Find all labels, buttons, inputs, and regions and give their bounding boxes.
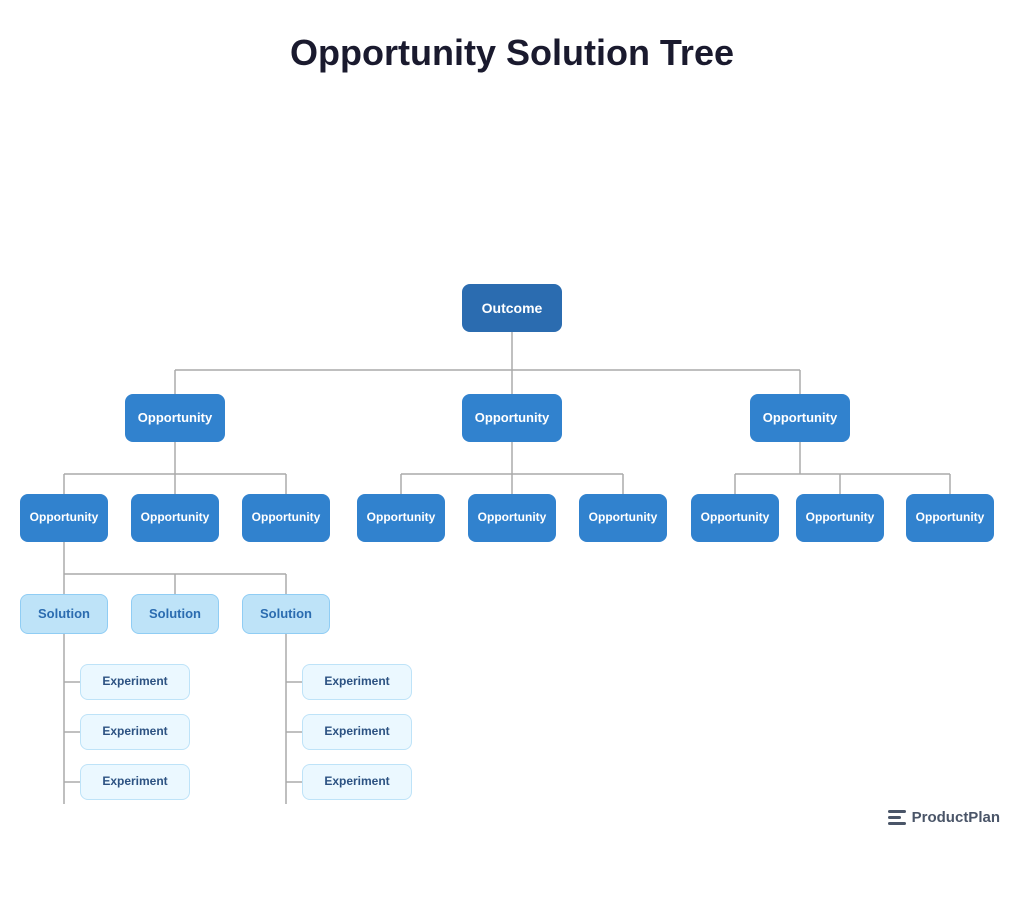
opportunity-l2-9-node: Opportunity <box>906 494 994 542</box>
opportunity-l2-4-node: Opportunity <box>357 494 445 542</box>
opportunity-l2-6-node: Opportunity <box>579 494 667 542</box>
opportunity-l1-2-node: Opportunity <box>462 394 562 442</box>
opportunity-l1-3-node: Opportunity <box>750 394 850 442</box>
solution-2-node: Solution <box>131 594 219 634</box>
opportunity-l2-5-node: Opportunity <box>468 494 556 542</box>
opportunity-l2-7-node: Opportunity <box>691 494 779 542</box>
opportunity-l2-8-node: Opportunity <box>796 494 884 542</box>
outcome-node: Outcome <box>462 284 562 332</box>
productplan-logo: ProductPlan <box>888 809 1000 826</box>
opportunity-l2-2-node: Opportunity <box>131 494 219 542</box>
experiment-1-2-node: Experiment <box>80 714 190 750</box>
productplan-text: ProductPlan <box>912 809 1000 826</box>
page-title: Opportunity Solution Tree <box>0 0 1024 94</box>
experiment-3-1-node: Experiment <box>302 664 412 700</box>
experiment-1-3-node: Experiment <box>80 764 190 800</box>
solution-1-node: Solution <box>20 594 108 634</box>
experiment-3-3-node: Experiment <box>302 764 412 800</box>
opportunity-l1-1-node: Opportunity <box>125 394 225 442</box>
page: Opportunity Solution Tree <box>0 0 1024 844</box>
experiment-3-2-node: Experiment <box>302 714 412 750</box>
solution-3-node: Solution <box>242 594 330 634</box>
productplan-icon <box>888 810 906 825</box>
opportunity-l2-1-node: Opportunity <box>20 494 108 542</box>
experiment-1-1-node: Experiment <box>80 664 190 700</box>
opportunity-l2-3-node: Opportunity <box>242 494 330 542</box>
